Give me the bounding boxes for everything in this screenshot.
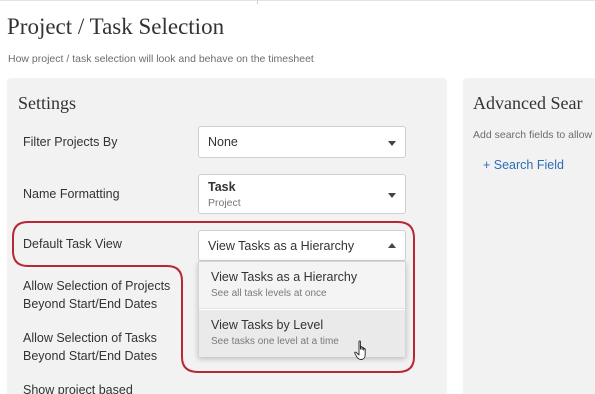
option-hierarchy[interactable]: View Tasks as a Hierarchy See all task l… [199,262,405,309]
name-formatting-label: Name Formatting [23,187,120,201]
page-subtitle: How project / task selection will look a… [8,53,314,65]
filter-projects-value: None [208,135,238,149]
hand-cursor-icon [354,340,366,360]
filter-projects-label: Filter Projects By [23,135,118,149]
option-by-level[interactable]: View Tasks by Level See tasks one level … [199,310,405,357]
filter-projects-select[interactable]: None [198,126,406,158]
option-subtitle: See tasks one level at a time [211,336,339,347]
add-search-field-link[interactable]: + Search Field [483,158,564,172]
allow-tasks-label-line1: Allow Selection of Tasks [23,331,157,345]
allow-tasks-label-line2: Beyond Start/End Dates [23,349,158,363]
task-view-dropdown-menu: View Tasks as a Hierarchy See all task l… [198,261,406,357]
allow-projects-label-line1: Allow Selection of Projects [23,279,171,293]
name-formatting-select[interactable]: Task Project [198,174,406,214]
default-task-view-label: Default Task View [23,237,122,251]
advanced-search-panel: Advanced Sear Add search fields to allow… [463,78,595,394]
option-title: View Tasks as a Hierarchy [211,270,358,284]
caret-down-icon [388,193,396,198]
advanced-search-hint: Add search fields to allow [473,129,593,141]
name-formatting-subvalue: Project [208,197,241,209]
allow-projects-label-line2: Beyond Start/End Dates [23,297,158,311]
option-subtitle: See all task levels at once [211,288,327,299]
default-task-view-select[interactable]: View Tasks as a Hierarchy [198,230,406,261]
caret-up-icon [388,243,396,248]
caret-down-icon [388,141,396,146]
top-divider [0,0,595,4]
divider-notch [257,0,258,4]
option-title: View Tasks by Level [211,318,324,332]
advanced-search-title: Advanced Sear [473,93,583,113]
default-task-view-value: View Tasks as a Hierarchy [208,239,355,253]
show-project-label: Show project based [23,383,133,394]
settings-panel: Settings Filter Projects By None Name Fo… [7,78,447,394]
settings-title: Settings [18,93,77,113]
page-title: Project / Task Selection [7,14,225,39]
name-formatting-value: Task [208,180,236,194]
